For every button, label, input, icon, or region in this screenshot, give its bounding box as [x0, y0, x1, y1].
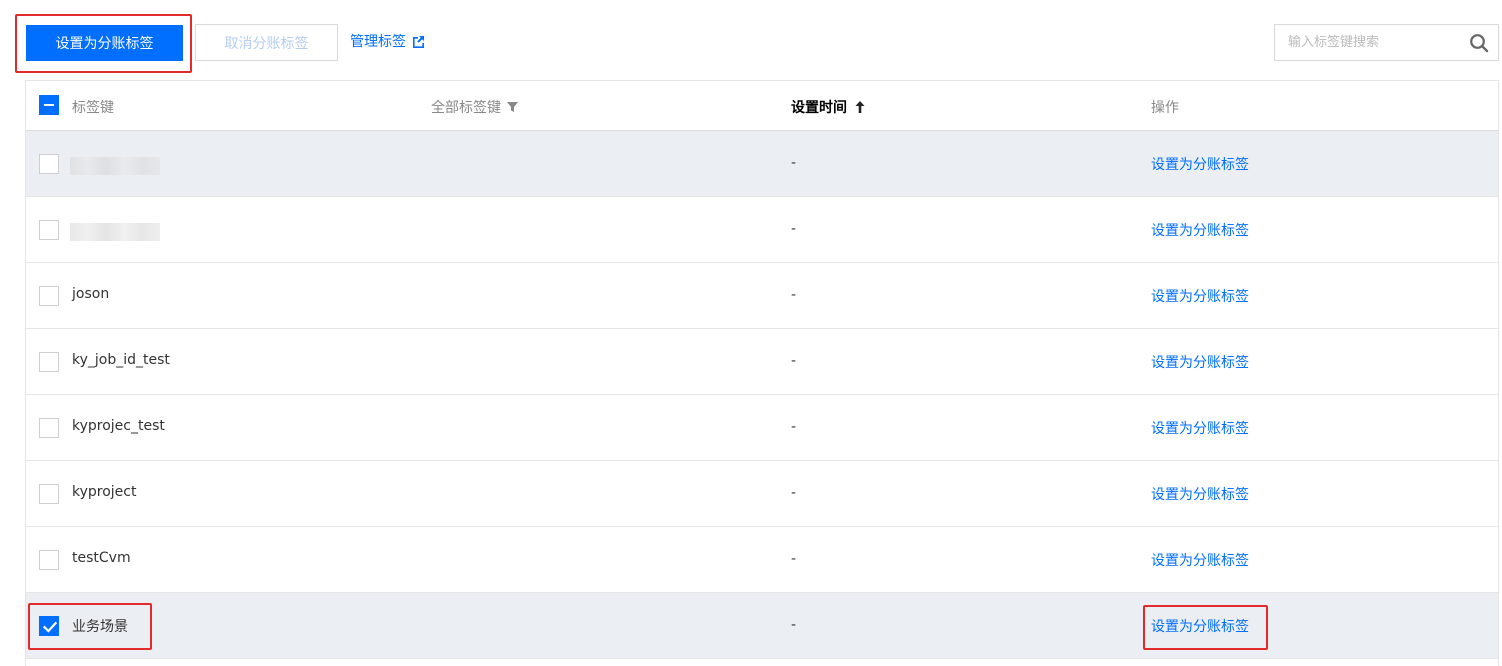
row-set-time: -: [791, 353, 797, 369]
row-checkbox[interactable]: [39, 550, 59, 570]
highlight-box-set-button: 设置为分账标签: [15, 14, 192, 73]
row-checkbox[interactable]: [39, 418, 59, 438]
row-tag-key: kyproject: [72, 484, 137, 500]
row-set-time: -: [791, 221, 797, 237]
row-set-time: -: [791, 551, 797, 567]
row-set-time: -: [791, 419, 797, 435]
table-header: 标签键 全部标签键 设置时间 操作: [26, 81, 1498, 131]
row-tag-key: 业务场景: [72, 619, 128, 635]
row-set-split-tag-link[interactable]: 设置为分账标签: [1151, 418, 1249, 438]
table-row: ky_job_id_test - 设置为分账标签: [26, 329, 1498, 395]
row-checkbox[interactable]: [39, 154, 59, 174]
manage-tags-label: 管理标签: [350, 34, 406, 50]
column-header-all-keys-label: 全部标签键: [431, 100, 501, 116]
row-set-time: -: [791, 287, 797, 303]
column-header-set-time-sort[interactable]: 设置时间: [791, 97, 865, 117]
table-row: - 设置为分账标签: [26, 197, 1498, 263]
row-set-split-tag-link[interactable]: 设置为分账标签: [1151, 220, 1249, 240]
row-set-split-tag-link[interactable]: 设置为分账标签: [1151, 286, 1249, 306]
table-row: joson - 设置为分账标签: [26, 263, 1498, 329]
row-tag-key: kyprojec_test: [72, 418, 165, 434]
row-tag-key: testCvm: [72, 550, 131, 566]
row-checkbox[interactable]: [39, 484, 59, 504]
row-checkbox[interactable]: [39, 286, 59, 306]
table-row: kyproject - 设置为分账标签: [26, 461, 1498, 527]
cancel-split-tag-button[interactable]: 取消分账标签: [195, 24, 338, 61]
search-box: [1274, 24, 1499, 61]
search-icon[interactable]: [1469, 33, 1489, 53]
row-set-time: -: [791, 155, 797, 171]
redacted-tag-key: [70, 223, 160, 241]
row-set-split-tag-link[interactable]: 设置为分账标签: [1151, 484, 1249, 504]
checkmark-icon: [43, 621, 57, 633]
table-row: - 设置为分账标签: [26, 131, 1498, 197]
row-set-split-tag-link[interactable]: 设置为分账标签: [1151, 550, 1249, 570]
set-split-tag-button[interactable]: 设置为分账标签: [26, 25, 183, 61]
redacted-tag-key: [70, 157, 160, 175]
filter-icon[interactable]: [507, 101, 518, 113]
sort-ascending-icon[interactable]: [855, 101, 865, 113]
column-header-operation: 操作: [1151, 100, 1179, 116]
column-header-all-keys-filter[interactable]: 全部标签键: [431, 97, 518, 117]
row-tag-key: joson: [72, 286, 110, 302]
row-checkbox-checked[interactable]: [39, 616, 59, 636]
row-checkbox[interactable]: [39, 352, 59, 372]
manage-tags-link[interactable]: 管理标签: [350, 31, 425, 51]
row-tag-key: ky_job_id_test: [72, 352, 170, 368]
row-set-split-tag-link[interactable]: 设置为分账标签: [1151, 616, 1249, 636]
row-set-split-tag-link[interactable]: 设置为分账标签: [1151, 154, 1249, 174]
table-row-selected: 业务场景 - 设置为分账标签: [26, 593, 1498, 659]
table-row: kyprojec_test - 设置为分账标签: [26, 395, 1498, 461]
row-set-time: -: [791, 485, 797, 501]
column-header-set-time-label: 设置时间: [791, 100, 847, 116]
tag-table: 标签键 全部标签键 设置时间 操作 - 设置为分账标签 - 设置为分账标签 jo…: [25, 80, 1499, 666]
row-checkbox[interactable]: [39, 220, 59, 240]
row-set-split-tag-link[interactable]: 设置为分账标签: [1151, 352, 1249, 372]
table-row: testCvm - 设置为分账标签: [26, 527, 1498, 593]
row-set-time: -: [791, 617, 797, 633]
external-link-icon: [413, 35, 424, 48]
search-input[interactable]: [1275, 25, 1465, 60]
toolbar: 设置为分账标签 取消分账标签 管理标签: [0, 0, 1502, 80]
select-all-checkbox[interactable]: [39, 95, 59, 115]
column-header-key: 标签键: [72, 100, 114, 116]
